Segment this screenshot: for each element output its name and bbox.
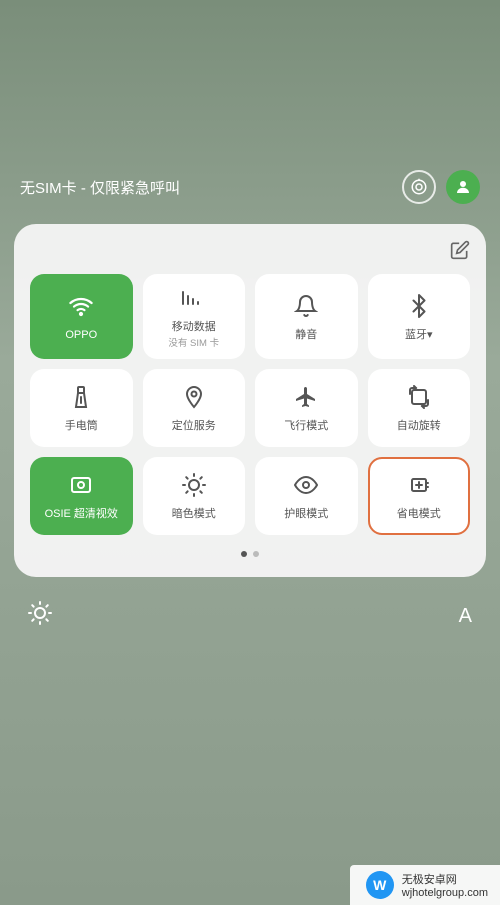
bell-icon — [294, 294, 318, 322]
tile-bluetooth[interactable]: 蓝牙▾ — [368, 274, 471, 359]
mobile-data-label: 移动数据 — [172, 320, 216, 334]
dot-1[interactable] — [241, 551, 247, 557]
tile-auto-rotate[interactable]: 自动旋转 — [368, 369, 471, 447]
brightness-icon[interactable] — [28, 601, 52, 631]
tile-eye-care[interactable]: 护眼模式 — [255, 457, 358, 535]
eye-care-label: 护眼模式 — [284, 507, 328, 521]
flashlight-label: 手电筒 — [65, 419, 98, 433]
watermark-logo: W — [366, 871, 394, 899]
airplane-icon — [294, 385, 318, 413]
watermark-text: 无极安卓网wjhotelgroup.com — [402, 871, 488, 899]
tile-mobile-data[interactable]: 移动数据 没有 SIM 卡 — [143, 274, 246, 359]
battery-saver-label: 省电模式 — [397, 507, 441, 521]
dark-mode-icon — [182, 473, 206, 501]
tiles-row-2: 手电筒 定位服务 飞行模式 — [30, 369, 470, 447]
tile-osie[interactable]: OSIE 超清视效 — [30, 457, 133, 535]
quick-settings-panel: OPPO 移动数据 没有 SIM 卡 静 — [14, 224, 486, 577]
tile-oppo-wifi[interactable]: OPPO — [30, 274, 133, 359]
airplane-label: 飞行模式 — [284, 419, 328, 433]
user-icon[interactable] — [446, 170, 480, 204]
location-label: 定位服务 — [172, 419, 216, 433]
bluetooth-label: 蓝牙▾ — [405, 328, 433, 342]
camera-icon[interactable] — [402, 170, 436, 204]
dot-2[interactable] — [253, 551, 259, 557]
panel-edit-area — [30, 240, 470, 266]
font-size-icon[interactable]: A — [459, 605, 472, 628]
top-status-bar: 无SIM卡 - 仅限紧急呼叫 — [0, 152, 500, 214]
bluetooth-icon — [407, 294, 431, 322]
page-dots — [30, 551, 470, 557]
tiles-row-1: OPPO 移动数据 没有 SIM 卡 静 — [30, 274, 470, 359]
auto-rotate-label: 自动旋转 — [397, 419, 441, 433]
battery-icon — [407, 473, 431, 501]
status-icons — [402, 170, 480, 204]
location-icon — [182, 385, 206, 413]
wifi-icon — [69, 294, 93, 322]
tile-flashlight[interactable]: 手电筒 — [30, 369, 133, 447]
tiles-row-3: OSIE 超清视效 暗色模式 — [30, 457, 470, 535]
osie-icon — [69, 473, 93, 501]
tile-silent[interactable]: 静音 — [255, 274, 358, 359]
tile-battery-saver[interactable]: 省电模式 — [368, 457, 471, 535]
silent-label: 静音 — [295, 328, 317, 342]
oppo-wifi-label: OPPO — [65, 328, 97, 342]
eye-icon — [294, 473, 318, 501]
tile-dark-mode[interactable]: 暗色模式 — [143, 457, 246, 535]
sim-status: 无SIM卡 - 仅限紧急呼叫 — [20, 177, 180, 198]
tile-airplane[interactable]: 飞行模式 — [255, 369, 358, 447]
bottom-bar: A — [0, 585, 500, 647]
watermark: W 无极安卓网wjhotelgroup.com — [350, 865, 500, 905]
osie-label: OSIE 超清视效 — [45, 507, 118, 521]
tile-location[interactable]: 定位服务 — [143, 369, 246, 447]
edit-icon[interactable] — [450, 240, 470, 266]
signal-icon — [182, 286, 206, 314]
mobile-data-sublabel: 没有 SIM 卡 — [168, 335, 219, 349]
dark-mode-label: 暗色模式 — [172, 507, 216, 521]
flashlight-icon — [69, 385, 93, 413]
rotate-icon — [407, 385, 431, 413]
